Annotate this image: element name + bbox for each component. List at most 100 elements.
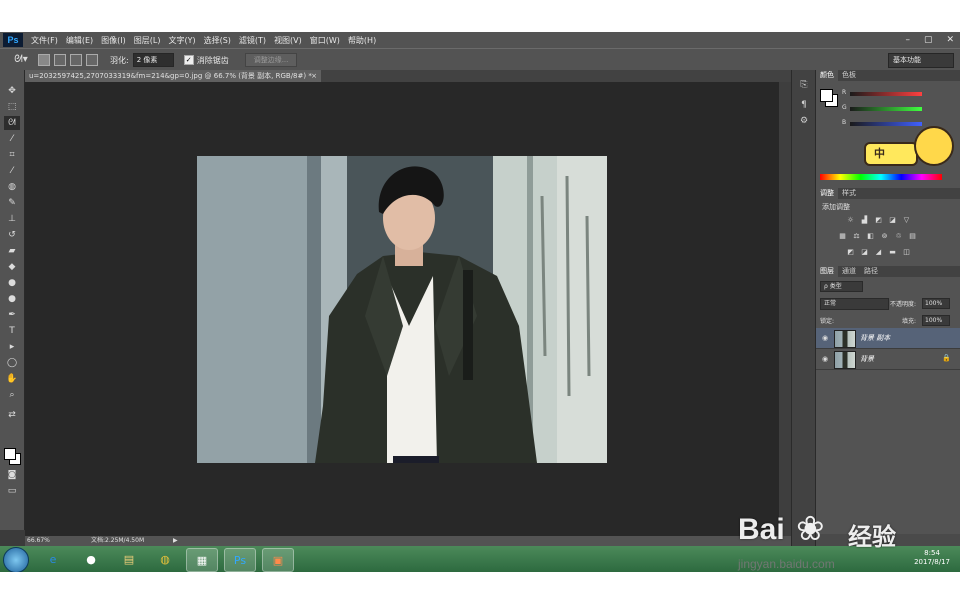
tab-paths[interactable]: 路径 bbox=[860, 266, 882, 277]
notepad-icon[interactable]: ▦ bbox=[186, 548, 218, 572]
menu-help[interactable]: 帮助(H) bbox=[348, 35, 376, 46]
explorer-icon[interactable]: ▤ bbox=[114, 548, 144, 570]
properties-panel-icon[interactable]: ⚙ bbox=[797, 114, 811, 128]
history-panel-icon[interactable]: ⎘ bbox=[797, 78, 811, 92]
quick-mask-icon[interactable]: ◙ bbox=[4, 468, 20, 482]
slides-icon[interactable]: ▣ bbox=[262, 548, 294, 572]
layer-row[interactable]: ◉ 背景 副本 bbox=[816, 328, 960, 349]
photoshop-icon[interactable]: Ps bbox=[224, 548, 256, 572]
type-tool-icon[interactable]: T bbox=[4, 324, 20, 338]
document-image[interactable] bbox=[197, 156, 607, 463]
xiuxiu-icon[interactable]: ● bbox=[76, 548, 106, 570]
foreground-color-swatch[interactable] bbox=[4, 448, 16, 460]
tab-close-icon[interactable]: × bbox=[311, 70, 317, 82]
tab-swatches[interactable]: 色板 bbox=[838, 70, 860, 81]
dodge-tool-icon[interactable]: ● bbox=[4, 292, 20, 306]
color-lookup-icon[interactable]: ▤ bbox=[908, 232, 917, 240]
tab-styles[interactable]: 样式 bbox=[838, 188, 860, 199]
opacity-input[interactable]: 100% bbox=[922, 298, 950, 309]
shape-tool-icon[interactable]: ◯ bbox=[4, 356, 20, 370]
curves-icon[interactable]: ◩ bbox=[874, 216, 883, 224]
layer-kind-filter[interactable]: ρ 类型 bbox=[820, 281, 863, 292]
menu-view[interactable]: 视图(V) bbox=[274, 35, 302, 46]
history-brush-tool-icon[interactable]: ↺ bbox=[4, 228, 20, 242]
menu-select[interactable]: 选择(S) bbox=[204, 35, 231, 46]
color-spectrum-bar[interactable] bbox=[820, 174, 942, 180]
exposure-icon[interactable]: ◪ bbox=[888, 216, 897, 224]
menu-type[interactable]: 文字(Y) bbox=[168, 35, 195, 46]
black-white-icon[interactable]: ◧ bbox=[866, 232, 875, 240]
eraser-tool-icon[interactable]: ▰ bbox=[4, 244, 20, 258]
document-tab[interactable]: u=2032597425,2707033319&fm=214&gp=0.jpg … bbox=[25, 70, 321, 82]
zoom-tool-icon[interactable]: ⌕ bbox=[4, 388, 20, 402]
subtract-selection-icon[interactable] bbox=[70, 54, 82, 66]
tab-color[interactable]: 颜色 bbox=[816, 70, 838, 81]
fill-input[interactable]: 100% bbox=[922, 315, 950, 326]
antialias-checkbox[interactable]: ✓ bbox=[183, 55, 194, 65]
hand-tool-icon[interactable]: ✋ bbox=[4, 372, 20, 386]
stamp-tool-icon[interactable]: ⊥ bbox=[4, 212, 20, 226]
path-select-tool-icon[interactable]: ▸ bbox=[4, 340, 20, 354]
visibility-eye-icon[interactable]: ◉ bbox=[820, 354, 830, 364]
intersect-selection-icon[interactable] bbox=[86, 54, 98, 66]
status-menu-icon[interactable]: ▶ bbox=[173, 536, 178, 546]
levels-icon[interactable]: ▟ bbox=[860, 216, 869, 224]
channel-mixer-icon[interactable]: ♲ bbox=[894, 232, 903, 240]
marquee-tool-icon[interactable]: ⬚ bbox=[4, 100, 20, 114]
menu-layer[interactable]: 图层(L) bbox=[134, 35, 161, 46]
visibility-eye-icon[interactable]: ◉ bbox=[820, 333, 830, 343]
lasso-preset-icon[interactable]: ᘛ▾ bbox=[8, 52, 34, 68]
add-selection-icon[interactable] bbox=[54, 54, 66, 66]
zoom-level[interactable]: 66.67% bbox=[27, 536, 50, 546]
tab-channels[interactable]: 通道 bbox=[838, 266, 860, 277]
gradient-tool-icon[interactable]: ◆ bbox=[4, 260, 20, 274]
tab-layers[interactable]: 图层 bbox=[816, 266, 838, 277]
ie-icon[interactable]: e bbox=[38, 548, 68, 570]
screen-mode-icon[interactable]: ▭ bbox=[4, 484, 20, 498]
menu-file[interactable]: 文件(F) bbox=[31, 35, 58, 46]
brightness-icon[interactable]: ☼ bbox=[846, 216, 855, 224]
threshold-icon[interactable]: ◢ bbox=[874, 248, 883, 256]
gradient-map-icon[interactable]: ▬ bbox=[888, 248, 897, 256]
blend-mode-select[interactable]: 正常 bbox=[820, 298, 889, 310]
eyedropper-tool-icon[interactable]: ⁄ bbox=[4, 164, 20, 178]
close-button[interactable]: ✕ bbox=[946, 32, 954, 48]
feather-input[interactable]: 2 像素 bbox=[132, 53, 174, 67]
canvas-area[interactable] bbox=[25, 82, 779, 536]
opacity-label: 不透明度: bbox=[890, 301, 917, 308]
blur-tool-icon[interactable]: ● bbox=[4, 276, 20, 290]
posterize-icon[interactable]: ◪ bbox=[860, 248, 869, 256]
default-colors-icon[interactable]: ⇄ bbox=[4, 408, 20, 422]
hue-icon[interactable]: ▦ bbox=[838, 232, 847, 240]
start-button[interactable] bbox=[3, 547, 29, 573]
color-foreground-swatch[interactable] bbox=[820, 89, 833, 102]
menu-window[interactable]: 窗口(W) bbox=[310, 35, 340, 46]
workspace-select[interactable]: 基本功能 bbox=[888, 53, 954, 68]
chrome-icon[interactable]: ◍ bbox=[150, 548, 180, 570]
selective-color-icon[interactable]: ◫ bbox=[902, 248, 911, 256]
vibrance-icon[interactable]: ▽ bbox=[902, 216, 911, 224]
r-slider[interactable] bbox=[850, 92, 922, 96]
menu-filter[interactable]: 滤镜(T) bbox=[239, 35, 266, 46]
new-selection-icon[interactable] bbox=[38, 54, 50, 66]
crop-tool-icon[interactable]: ⌗ bbox=[4, 148, 20, 162]
layer-row[interactable]: ◉ 背景 🔒 bbox=[816, 349, 960, 370]
tab-adjustments[interactable]: 调整 bbox=[816, 188, 838, 199]
refine-edge-button[interactable]: 调整边缘... bbox=[244, 53, 298, 67]
color-balance-icon[interactable]: ⚖ bbox=[852, 232, 861, 240]
maximize-button[interactable]: ▢ bbox=[924, 32, 933, 48]
minimize-button[interactable]: – bbox=[905, 32, 910, 48]
quick-select-tool-icon[interactable]: ⁄ bbox=[4, 132, 20, 146]
menu-edit[interactable]: 编辑(E) bbox=[66, 35, 93, 46]
g-slider[interactable] bbox=[850, 107, 922, 111]
lasso-tool-icon[interactable]: ᘛ bbox=[4, 116, 20, 130]
move-tool-icon[interactable]: ✥ bbox=[4, 84, 20, 98]
canvas-scrollbar[interactable] bbox=[779, 82, 791, 536]
photo-filter-icon[interactable]: ⊚ bbox=[880, 232, 889, 240]
healing-tool-icon[interactable]: ◍ bbox=[4, 180, 20, 194]
info-panel-icon[interactable]: ¶ bbox=[797, 98, 811, 112]
pen-tool-icon[interactable]: ✒ bbox=[4, 308, 20, 322]
brush-tool-icon[interactable]: ✎ bbox=[4, 196, 20, 210]
menu-image[interactable]: 图像(I) bbox=[101, 35, 126, 46]
invert-icon[interactable]: ◩ bbox=[846, 248, 855, 256]
